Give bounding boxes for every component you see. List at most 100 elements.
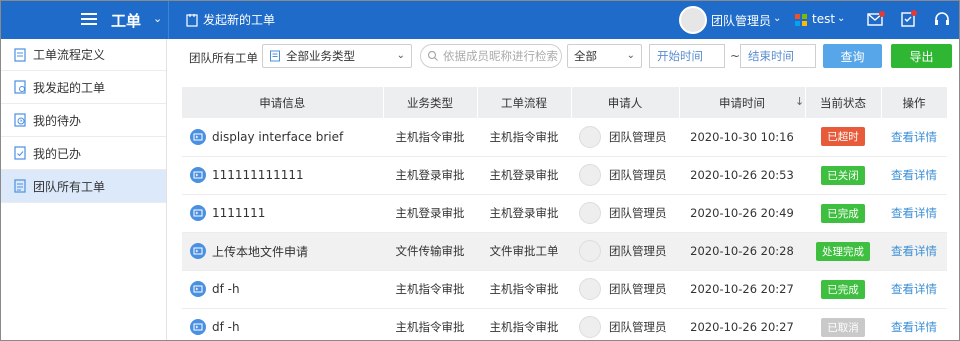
task-notification-icon[interactable] (900, 10, 918, 28)
tenant-chevron-down-icon[interactable]: ⌄ (837, 13, 845, 24)
column-header-time[interactable]: 申请时间 ↓ (679, 87, 806, 118)
status-badge: 已关闭 (821, 165, 865, 185)
end-time-input[interactable]: 结束时间 (740, 44, 816, 68)
view-details-link[interactable]: 查看详情 (891, 206, 937, 220)
file-icon (190, 243, 206, 259)
member-search-input[interactable]: 依据成员昵称进行检索 (420, 44, 562, 68)
view-details-link[interactable]: 查看详情 (891, 244, 937, 258)
cell-time: 2020-10-26 20:53 (679, 156, 805, 195)
table-row[interactable]: 111111111111 主机登录审批 主机登录审批 团队管理员 2020-10… (182, 156, 947, 195)
filter-bar: 团队所有工单 全部业务类型 ⌄ 依据成员昵称进行检索 全部 ⌄ 开始时间 ~ 结… (167, 39, 959, 73)
cell-time: 2020-10-26 20:27 (679, 308, 805, 341)
app-title[interactable]: 工单 (111, 10, 141, 31)
ticket-title[interactable]: 上传本地文件申请 (212, 243, 308, 260)
table-row[interactable]: 上传本地文件申请 文件传输审批 文件审批工单 团队管理员 2020-10-26 … (182, 232, 947, 271)
table-header-row: 申请信息 业务类型 工单流程 申请人 申请时间 ↓ 当前状态 操作 (182, 87, 948, 118)
export-button[interactable]: 导出 (891, 44, 952, 68)
cell-type: 主机登录审批 (383, 156, 477, 195)
applicant-name: 团队管理员 (609, 244, 667, 258)
windows-logo-icon (795, 14, 807, 26)
user-chevron-down-icon[interactable]: ⌄ (773, 13, 781, 24)
sidebar-item-label: 工单流程定义 (33, 48, 106, 62)
table-row[interactable]: df -h 主机指令审批 主机指令审批 团队管理员 2020-10-26 20:… (182, 308, 947, 341)
cell-flow: 主机指令审批 (477, 270, 571, 309)
start-time-placeholder: 开始时间 (657, 49, 703, 63)
cell-type: 主机指令审批 (383, 118, 477, 157)
column-header-type: 业务类型 (383, 87, 478, 118)
cell-action: 查看详情 (881, 194, 947, 233)
sidebar-item-flow-definition[interactable]: 工单流程定义 (1, 39, 166, 71)
sidebar-item-team-tickets[interactable]: 团队所有工单 (1, 170, 166, 203)
cell-info: display interface brief (182, 118, 383, 157)
status-value: 全部 (574, 49, 597, 63)
sidebar-item-my-done[interactable]: 我的已办 (1, 137, 166, 170)
applicant-name: 团队管理员 (609, 282, 667, 296)
table-row[interactable]: display interface brief 主机指令审批 主机指令审批 团队… (182, 118, 947, 157)
view-details-link[interactable]: 查看详情 (891, 282, 937, 296)
table-row[interactable]: 1111111 主机登录审批 主机登录审批 团队管理员 2020-10-26 2… (182, 194, 947, 233)
cell-type: 主机指令审批 (383, 270, 477, 309)
cell-time: 2020-10-26 20:28 (679, 232, 805, 271)
chevron-down-icon[interactable]: ⌄ (153, 12, 162, 25)
start-time-input[interactable]: 开始时间 (649, 44, 725, 68)
ticket-title[interactable]: display interface brief (212, 130, 343, 144)
filter-label: 团队所有工单 (189, 51, 258, 65)
hamburger-menu-icon[interactable] (81, 11, 97, 27)
top-bar: 工单 ⌄ 发起新的工单 团队管理员 ⌄ test ⌄ (1, 1, 959, 39)
cell-applicant: 团队管理员 (571, 308, 679, 341)
view-details-link[interactable]: 查看详情 (891, 130, 937, 144)
table-row[interactable]: df -h 主机指令审批 主机指令审批 团队管理员 2020-10-26 20:… (182, 270, 947, 309)
cell-applicant: 团队管理员 (571, 270, 679, 309)
avatar (579, 125, 601, 148)
column-header-action: 操作 (881, 87, 948, 118)
ticket-title[interactable]: 111111111111 (212, 168, 304, 182)
sidebar-item-label: 我发起的工单 (33, 80, 106, 95)
search-placeholder: 依据成员昵称进行检索 (443, 49, 558, 63)
cell-status: 已完成 (805, 270, 881, 309)
cell-status: 已取消 (805, 308, 881, 341)
document-icon (270, 50, 280, 62)
avatar[interactable] (679, 6, 707, 34)
ticket-title[interactable]: 1111111 (212, 206, 265, 220)
ticket-title[interactable]: df -h (212, 320, 240, 334)
column-header-flow: 工单流程 (477, 87, 572, 118)
cell-action: 查看详情 (881, 156, 947, 195)
cell-action: 查看详情 (881, 308, 947, 341)
ticket-title[interactable]: df -h (212, 282, 240, 296)
cell-info: df -h (182, 270, 383, 309)
sidebar-item-label: 团队所有工单 (33, 179, 106, 194)
terminal-icon (190, 319, 206, 335)
mail-notification-icon[interactable] (867, 10, 885, 28)
avatar (579, 164, 601, 186)
applicant-name: 团队管理员 (609, 129, 667, 144)
sidebar-item-my-todo[interactable]: 我的待办 (1, 104, 166, 137)
new-ticket-label: 发起新的工单 (203, 13, 276, 27)
sidebar-item-my-tickets[interactable]: 我发起的工单 (1, 71, 166, 104)
sort-down-icon[interactable]: ↓ (795, 95, 804, 108)
applicant-name: 团队管理员 (609, 320, 667, 334)
sidebar: 工单流程定义 我发起的工单 我的待办 我的已办 团队所有工单 (1, 39, 167, 340)
cell-action: 查看详情 (881, 118, 947, 157)
business-type-select[interactable]: 全部业务类型 ⌄ (262, 44, 412, 68)
terminal-icon (190, 281, 206, 297)
cell-type: 文件传输审批 (383, 232, 477, 271)
cell-action: 查看详情 (881, 270, 947, 309)
cell-time: 2020-10-26 20:49 (679, 194, 805, 233)
cell-applicant: 团队管理员 (571, 156, 679, 195)
chevron-down-icon: ⌄ (396, 50, 405, 61)
login-icon (190, 205, 206, 221)
view-details-link[interactable]: 查看详情 (891, 168, 937, 182)
view-details-link[interactable]: 查看详情 (891, 320, 937, 334)
status-select[interactable]: 全部 ⌄ (567, 44, 642, 68)
team-ticket-icon (14, 179, 26, 193)
new-ticket-button[interactable]: 发起新的工单 (185, 11, 275, 28)
cell-flow: 主机登录审批 (477, 156, 571, 195)
headset-icon[interactable] (933, 10, 951, 28)
cell-action: 查看详情 (881, 232, 947, 271)
applicant-name: 团队管理员 (609, 206, 667, 220)
tenant-name[interactable]: test (812, 12, 835, 26)
my-ticket-icon (14, 80, 26, 94)
query-button[interactable]: 查询 (823, 44, 882, 68)
check-list-icon (14, 146, 26, 160)
user-name[interactable]: 团队管理员 (711, 12, 771, 29)
